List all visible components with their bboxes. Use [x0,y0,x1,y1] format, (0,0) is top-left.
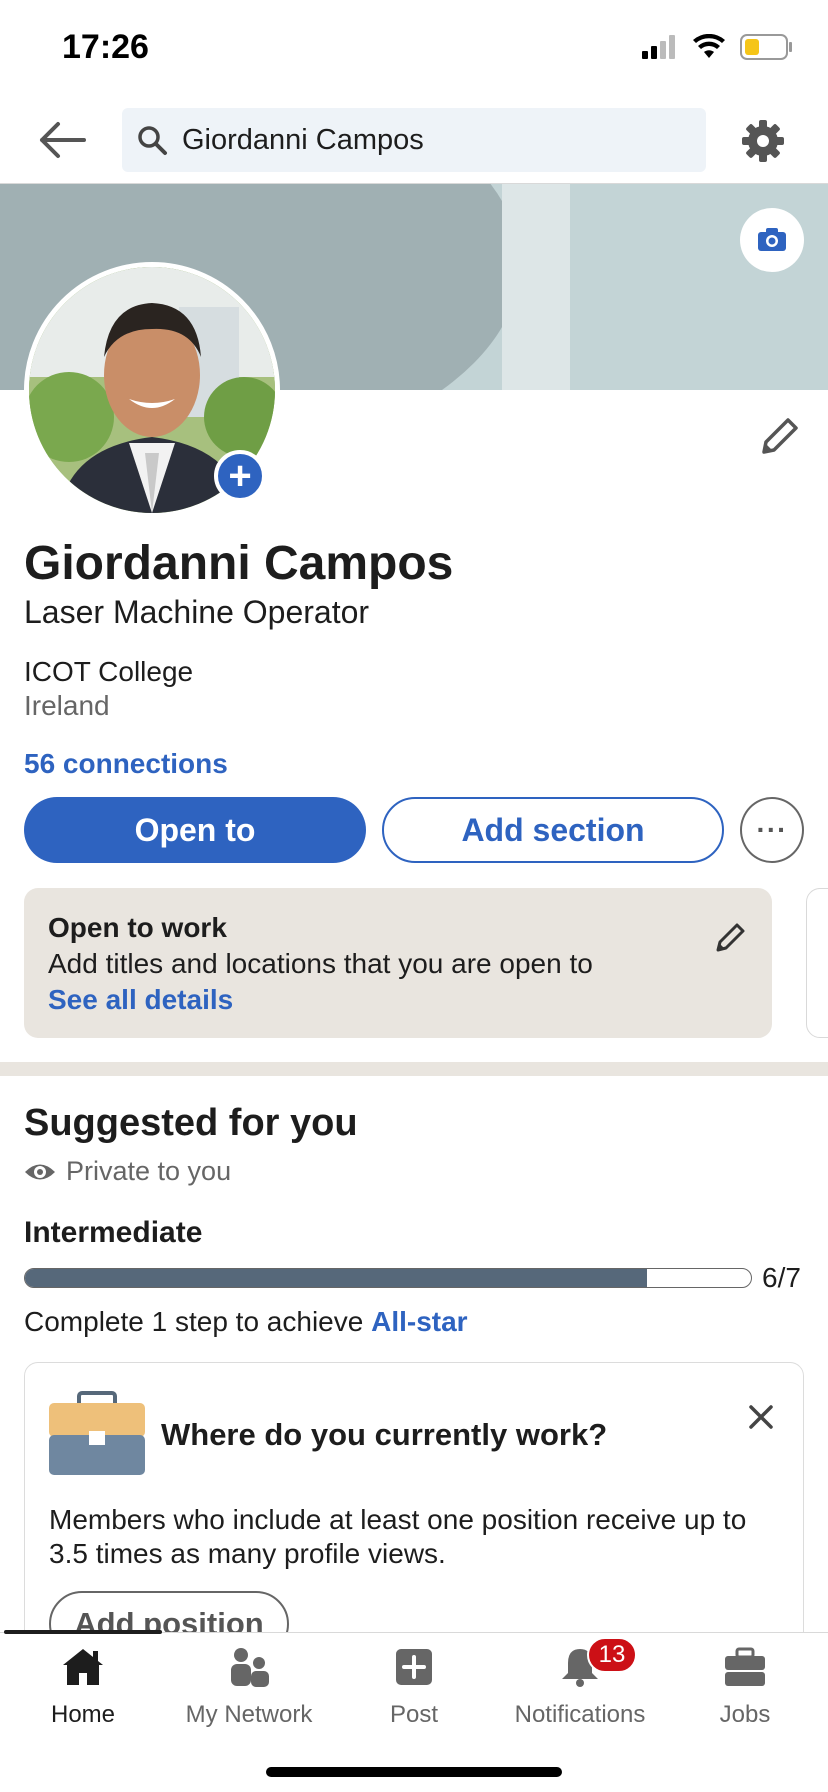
profile-school[interactable]: ICOT College [24,656,193,688]
dismiss-card-button[interactable] [743,1399,779,1435]
arrow-left-icon [40,122,86,158]
active-tab-indicator [4,1630,162,1634]
nav-label: Jobs [719,1701,771,1728]
see-all-details-link[interactable]: See all details [48,984,748,1016]
close-icon [749,1405,773,1429]
gear-icon [742,120,784,162]
search-query: Giordanni Campos [182,123,424,156]
home-indicator [266,1767,562,1777]
next-card-peek[interactable] [806,888,828,1038]
profile-strength-fill [25,1269,648,1287]
nav-home[interactable]: Home [0,1643,166,1743]
top-bar: Giordanni Campos [0,100,828,184]
profile-name: Giordanni Campos [24,537,454,590]
nav-post[interactable]: Post [331,1643,497,1743]
edit-cover-button[interactable] [740,208,804,272]
profile-strength-level: Intermediate [24,1216,203,1249]
nav-label: Post [389,1701,439,1728]
nav-notifications[interactable]: 13 Notifications [497,1637,663,1743]
camera-icon [758,228,786,251]
privacy-note: Private to you [24,1156,231,1187]
bottom-nav: Home My Network Post 13 Notifications Jo… [0,1630,828,1792]
add-section-button[interactable]: Add section [382,797,724,863]
home-icon [59,1643,107,1691]
back-button[interactable] [38,118,88,162]
eye-icon [25,1164,55,1179]
more-options-button[interactable]: ··· [740,797,804,863]
nav-jobs[interactable]: Jobs [662,1643,828,1743]
current-work-question: Where do you currently work? [161,1417,608,1452]
privacy-label: Private to you [66,1156,232,1186]
all-star-link[interactable]: All-star [371,1306,467,1337]
status-time: 17:26 [62,28,149,66]
nav-label: Home [50,1701,116,1728]
edit-open-to-work-button[interactable] [712,920,748,956]
network-icon [225,1643,273,1691]
status-icons [642,34,794,60]
notification-badge: 13 [587,1637,637,1673]
battery-icon [740,34,792,60]
nav-my-network[interactable]: My Network [166,1643,332,1743]
post-icon [390,1643,438,1691]
open-to-work-title: Open to work [48,912,227,943]
open-to-work-description: Add titles and locations that you are op… [48,948,593,979]
cellular-signal-icon [642,35,675,59]
nav-label: Notifications [514,1701,646,1728]
profile-strength-bar [24,1268,752,1288]
briefcase-icon [721,1643,769,1691]
plus-icon: + [228,454,252,498]
search-icon [138,126,167,155]
edit-profile-button[interactable] [756,414,802,460]
progress-count: 6/7 [762,1262,801,1293]
pencil-icon [716,923,745,952]
complete-step-text: Complete 1 step to achieve All-star [24,1306,468,1338]
nav-label: My Network [185,1701,313,1728]
open-to-work-card[interactable]: Open to work Add titles and locations th… [24,888,772,1038]
suggested-title: Suggested for you [24,1102,358,1144]
profile-location: Ireland [24,690,110,721]
briefcase-illustration-icon [49,1391,145,1477]
status-bar: 17:26 [0,0,828,100]
connections-link[interactable]: 56 connections [24,748,228,780]
pencil-icon [762,418,798,454]
complete-prefix: Complete 1 step to achieve [24,1306,372,1337]
search-input[interactable]: Giordanni Campos [122,108,706,172]
settings-button[interactable] [740,118,786,164]
current-work-description: Members who include at least one positio… [49,1504,747,1569]
add-story-button[interactable]: + [214,450,266,502]
more-dots-icon: ··· [756,814,788,845]
open-to-button[interactable]: Open to [24,797,366,863]
wifi-icon [693,34,725,58]
section-divider [0,1062,828,1076]
profile-headline: Laser Machine Operator [24,594,370,630]
